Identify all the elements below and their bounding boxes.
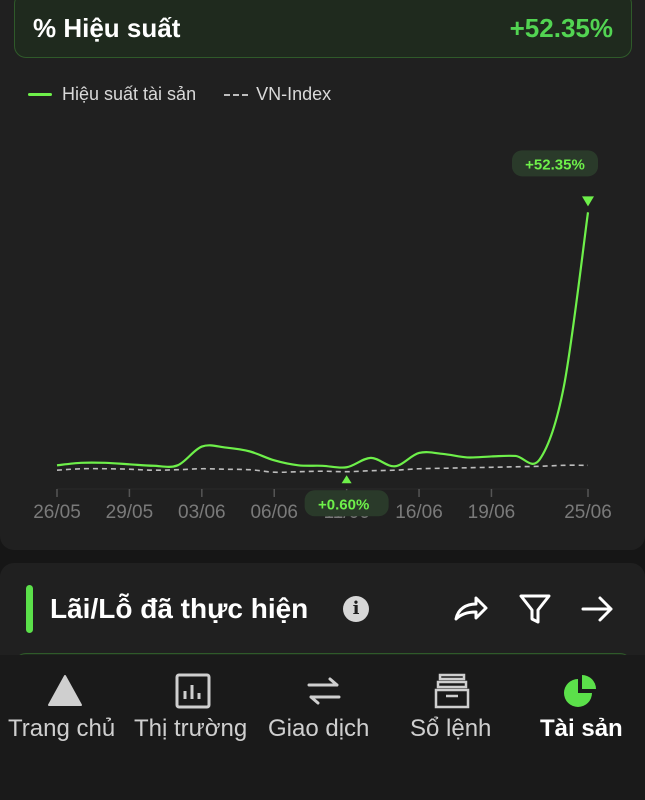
legend-index[interactable]: VN-Index [224,84,331,105]
filter-icon[interactable] [515,591,555,627]
pnl-title: Lãi/Lỗ đã thực hiện [50,593,309,624]
nav-home[interactable]: Trang chủ [0,655,130,800]
performance-chart[interactable]: 26/0529/0503/0606/0611/0616/0619/0625/06… [0,110,645,530]
chart-legend: Hiệu suất tài sản VN-Index [28,84,359,105]
home-icon [48,675,82,706]
legend-dashed-line-icon [224,93,249,96]
legend-solid-line-icon [28,93,52,96]
x-tick-label: 16/06 [395,502,443,523]
x-tick-label: 25/06 [564,502,612,523]
max-marker-icon [582,196,594,207]
nav-trade-label: Giao dịch [268,715,370,742]
arrow-right-icon[interactable] [578,591,618,627]
nav-trade[interactable]: Giao dịch [260,655,390,800]
nav-assets[interactable]: Tài sản [520,655,645,800]
nav-orderbook-label: Sổ lệnh [410,715,492,742]
legend-asset-label: Hiệu suất tài sản [62,84,197,104]
info-icon[interactable]: i [343,596,369,622]
x-tick-label: 19/06 [468,502,516,523]
pnl-accent-bar [26,585,33,633]
x-tick-label: 03/06 [178,502,226,523]
max-label: +52.35% [525,156,585,173]
nav-market[interactable]: Thị trường [130,655,260,800]
legend-index-label: VN-Index [256,84,332,104]
performance-title: % Hiệu suất [33,13,181,43]
x-tick-label: 29/05 [106,502,154,523]
performance-card: % Hiệu suất +52.35% Hiệu suất tài sản VN… [0,0,645,550]
x-tick-label: 26/05 [33,502,81,523]
nav-assets-label: Tài sản [540,715,623,742]
x-tick-label: 06/06 [250,502,298,523]
transfer-icon [307,677,341,705]
legend-asset[interactable]: Hiệu suất tài sản [28,84,196,105]
min-label: +0.60% [318,496,369,513]
orderbook-icon [434,673,470,709]
asset-performance-line [56,212,590,469]
nav-market-label: Thị trường [134,715,248,742]
performance-header: % Hiệu suất +52.35% [14,0,632,58]
market-icon [175,673,211,709]
nav-home-label: Trang chủ [8,715,116,742]
min-marker-icon [341,475,352,484]
realized-pnl-card: Lãi/Lỗ đã thực hiện i [0,563,645,667]
share-icon[interactable] [450,591,490,627]
assets-pie-icon [564,675,596,707]
performance-value: +52.35% [509,13,613,43]
nav-orderbook[interactable]: Sổ lệnh [390,655,520,800]
bottom-nav: Trang chủ Thị trường Giao dịch Sổ lệnh T… [0,655,645,800]
